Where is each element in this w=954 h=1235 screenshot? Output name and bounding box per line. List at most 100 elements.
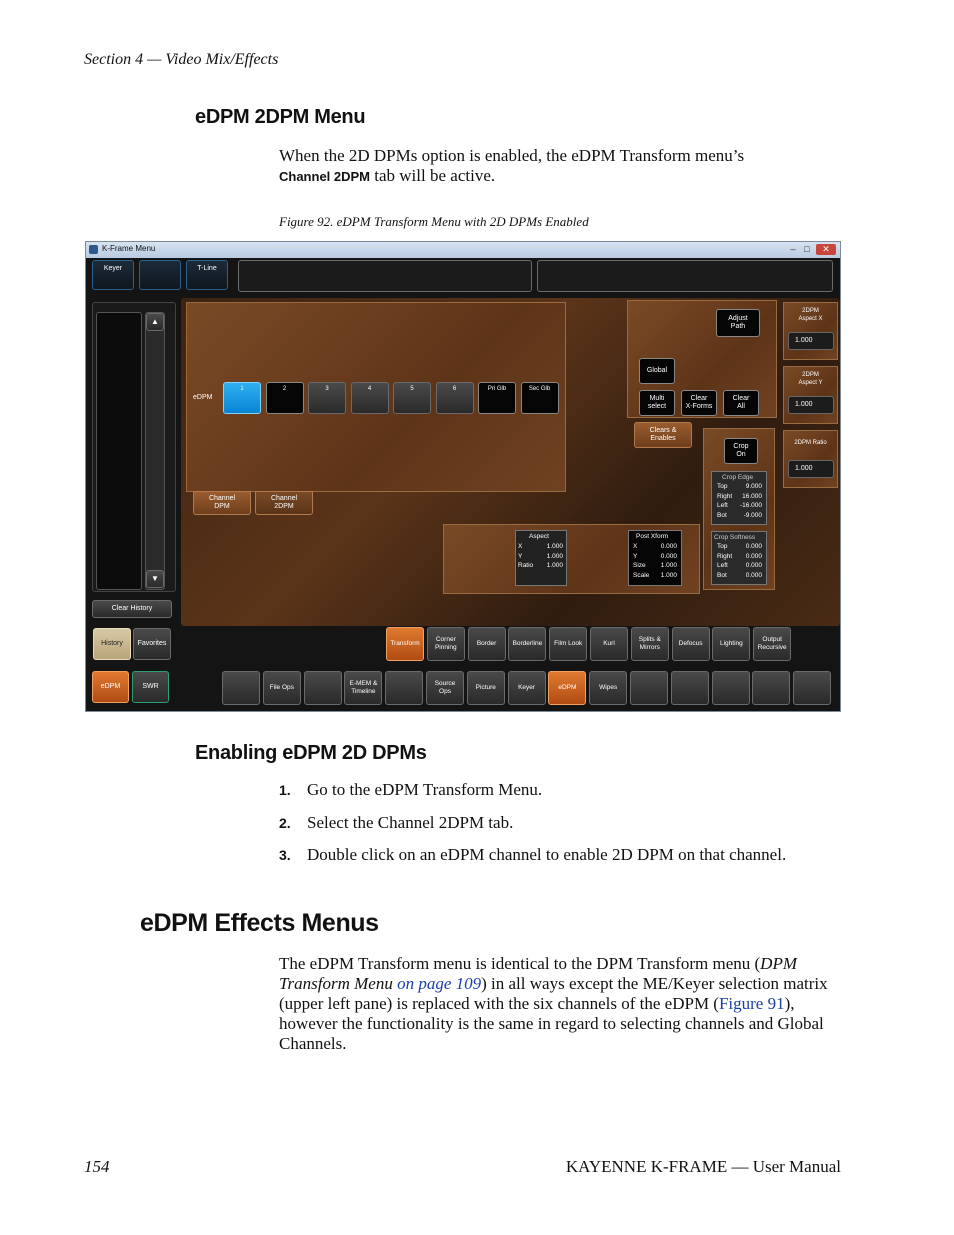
edpm-channel-6-button[interactable]: 6 [435, 382, 474, 414]
menu-tab-4[interactable]: Borderline [508, 627, 547, 661]
favorites-button[interactable]: Favorites [133, 628, 171, 660]
history-scrollbar[interactable] [145, 312, 165, 590]
bottom-bar-button-2[interactable]: File Ops [262, 671, 301, 705]
keyer-top-button[interactable]: Keyer [92, 260, 134, 290]
aspect-value: 1.000 [546, 552, 563, 560]
menu-tab-9[interactable]: Lighting [712, 627, 751, 661]
clear-xforms-button[interactable]: Clear X-Forms [681, 390, 717, 416]
page-link[interactable]: on page 109 [397, 974, 481, 993]
bottom-bar-button-15[interactable] [793, 671, 832, 705]
aspect-value: 1.000 [546, 562, 563, 570]
menu-tab-5[interactable]: Film Look [549, 627, 588, 661]
menu-tab-10[interactable]: Output Recursive [753, 627, 792, 661]
tab-channel-dpm[interactable]: Channel DPM [193, 491, 251, 515]
multi-select-button[interactable]: Multi select [639, 390, 675, 416]
crop-edge-value: -16.000 [739, 502, 762, 510]
scroll-up-icon[interactable]: ▲ [146, 313, 164, 331]
side-param-label: 2DPM Aspect Y [798, 372, 823, 386]
side-param-label: 2DPM Ratio [794, 440, 827, 446]
edpm-channel-2-button[interactable]: 2 [265, 382, 304, 414]
bottom-bar-button-9[interactable]: eDPM [548, 671, 587, 705]
clear-history-button[interactable]: Clear History [92, 600, 172, 618]
tline-top-button[interactable]: T-Line [186, 260, 228, 290]
side-param-value[interactable]: 1.000 [788, 396, 834, 414]
close-icon[interactable]: ✕ [816, 244, 836, 255]
para-text: When the 2D DPMs option is enabled, the … [279, 146, 745, 165]
page-number: 154 [84, 1157, 110, 1176]
crop-softness-value: 0.000 [745, 543, 762, 550]
menu-tab-2[interactable]: Corner Pinning [426, 627, 465, 661]
section-heading-effects-menus: eDPM Effects Menus [140, 909, 379, 937]
crop-edge-value: 16.000 [742, 492, 762, 500]
history-list[interactable] [96, 312, 142, 590]
bottom-bar-button-10[interactable]: Wipes [589, 671, 628, 705]
bottom-bar-button-5[interactable] [385, 671, 424, 705]
edpm-channel-1-button[interactable]: 1 [223, 382, 261, 414]
post-xform-value: 1.000 [660, 571, 677, 579]
para-text: The eDPM Transform menu is identical to … [279, 954, 761, 973]
bottom-bar-button-1[interactable] [222, 671, 260, 705]
section3-paragraph: The eDPM Transform menu is identical to … [279, 954, 841, 1054]
crop-softness-value: 0.000 [745, 552, 762, 560]
edpm-channel-4-button[interactable]: 4 [350, 382, 389, 414]
bottom-bar-button-11[interactable] [630, 671, 668, 705]
history-button[interactable]: History [93, 628, 131, 660]
edpm-channel-5-button[interactable]: 5 [393, 382, 431, 414]
bottom-bar-button-3[interactable] [303, 671, 342, 705]
step-number: 2. [279, 815, 291, 831]
step-number: 1. [279, 782, 291, 798]
step-text: Go to the eDPM Transform Menu. [307, 780, 543, 799]
crop-edge-value: 9.000 [745, 483, 762, 490]
scroll-down-icon[interactable]: ▼ [146, 570, 164, 588]
bottom-bar-button-8[interactable]: Keyer [507, 671, 546, 705]
ui-label-channel-2dpm: Channel 2DPM [279, 169, 371, 184]
tab-channel-2dpm[interactable]: Channel 2DPM [255, 491, 313, 515]
menu-tab-1[interactable]: Transform [386, 627, 424, 661]
crop-softness-value: 0.000 [745, 571, 762, 579]
crop-softness-value: 0.000 [745, 562, 762, 570]
figure-link[interactable]: Figure 91 [719, 994, 785, 1013]
app-icon [89, 245, 98, 254]
edpm-menu-button[interactable]: eDPM [92, 671, 129, 703]
post-xform-value: 0.000 [660, 552, 677, 560]
side-param-value[interactable]: 1.000 [788, 460, 834, 478]
edpm-channel-8-button[interactable]: Sec Glb [520, 382, 559, 414]
menu-tab-8[interactable]: Defocus [671, 627, 710, 661]
crop-on-button[interactable]: Crop On [724, 438, 758, 464]
post-xform-value: 1.000 [660, 562, 677, 570]
side-param-value[interactable]: 1.000 [788, 332, 834, 350]
maximize-icon[interactable]: □ [800, 244, 814, 255]
global-button[interactable]: Global [639, 358, 675, 384]
step-number: 3. [279, 847, 291, 863]
bottom-bar-button-13[interactable] [711, 671, 750, 705]
edpm-row-label: eDPM [193, 394, 213, 401]
clear-all-button[interactable]: Clear All [723, 390, 759, 416]
running-head: Section 4 — Video Mix/Effects [84, 51, 279, 68]
bottom-bar-button-7[interactable]: Picture [466, 671, 505, 705]
para-text-2: tab will be active. [370, 166, 496, 185]
menu-tab-6[interactable]: Kurl [590, 627, 628, 661]
edpm-channel-7-button[interactable]: Pri Glb [478, 382, 516, 414]
bottom-bar-button-4[interactable]: E-MEM & Timeline [344, 671, 383, 705]
edpm-channel-3-button[interactable]: 3 [308, 382, 346, 414]
step-text: Double click on an eDPM channel to enabl… [307, 845, 787, 864]
clears-enables-tab[interactable]: Clears & Enables [634, 422, 692, 448]
bottom-bar-button-14[interactable] [752, 671, 791, 705]
manual-title: KAYENNE K-FRAME — User Manual [565, 1157, 841, 1176]
blank-top-button[interactable] [139, 260, 181, 290]
side-param-label: 2DPM Aspect X [798, 308, 823, 322]
menu-tab-3[interactable]: Border [467, 627, 506, 661]
bottom-bar-button-6[interactable]: Source Ops [426, 671, 464, 705]
aspect-title: Aspect [529, 533, 549, 540]
figure-caption: Figure 92. eDPM Transform Menu with 2D D… [279, 214, 589, 229]
minimize-icon[interactable]: – [786, 244, 800, 255]
adjust-path-button[interactable]: Adjust Path [716, 309, 760, 337]
bottom-bar-button-12[interactable] [670, 671, 709, 705]
aspect-value: 1.000 [546, 543, 563, 550]
status-field-2 [537, 260, 833, 292]
window-titlebar: K-Frame Menu – □ ✕ [86, 242, 840, 258]
menu-tab-7[interactable]: Splits & Mirrors [630, 627, 669, 661]
post-xform-title: Post Xform [636, 533, 669, 540]
swr-menu-button[interactable]: SWR [132, 671, 169, 703]
status-field-1 [238, 260, 532, 292]
